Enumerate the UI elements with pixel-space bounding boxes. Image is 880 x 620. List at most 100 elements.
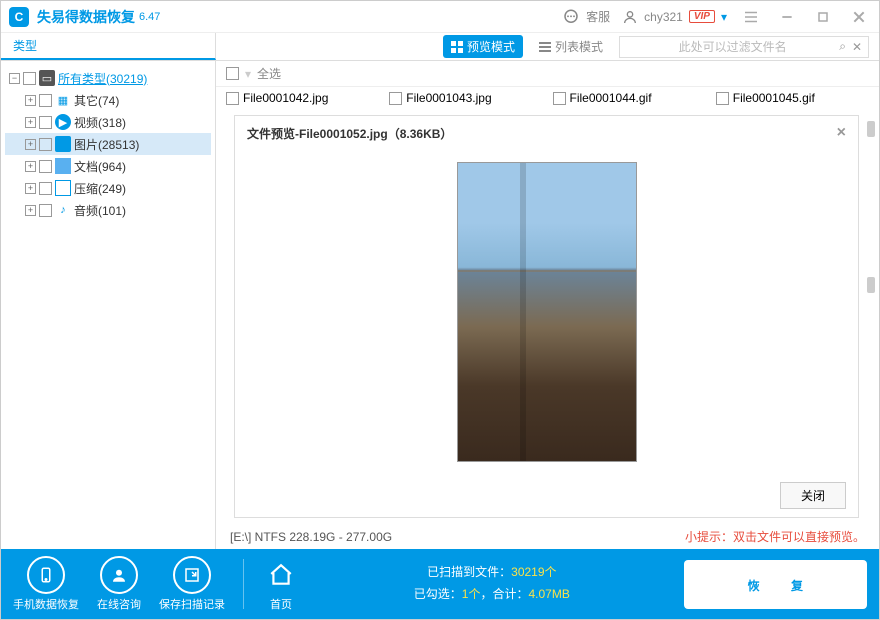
file-item[interactable]: File0001042.jpg [226,91,379,105]
content: ▾ 全选 File0001042.jpg File0001043.jpg Fil… [216,61,879,549]
disk-info: [E:\] NTFS 228.19G - 277.00G [230,530,392,544]
home-button[interactable]: 首页 [262,556,300,612]
user-account[interactable]: chy321 VIP ▾ [622,9,727,25]
tree-item-document[interactable]: + 文档(964) [5,155,211,177]
music-icon: ♪ [55,202,71,218]
tree-root[interactable]: − ▭ 所有类型(30219) [5,67,211,89]
save-scan-label: 保存扫描记录 [159,596,225,612]
total-size: 4.07MB [529,587,570,601]
tree-item-audio[interactable]: + ♪ 音频(101) [5,199,211,221]
checkbox[interactable] [716,92,729,105]
online-consult-button[interactable]: 在线咨询 [97,556,141,612]
sidebar: − ▭ 所有类型(30219) + ▦ 其它(74) + ▶ 视频(318) +… [1,61,216,549]
preview-mode-button[interactable]: 预览模式 [443,35,523,58]
preview-title: 文件预览-File0001052.jpg（8.36KB） [247,125,452,142]
online-consult-label: 在线咨询 [97,596,141,612]
scan-stats: 已扫描到文件：30219个 已勾选：1个，合计：4.07MB [318,562,666,605]
user-icon [622,9,638,25]
app-logo: C [9,7,29,27]
chevron-down-icon[interactable]: ▾ [245,67,251,81]
titlebar: C 失易得数据恢复 6.47 客服 chy321 VIP ▾ [1,1,879,33]
image-icon [55,136,71,152]
expand-icon[interactable]: + [25,183,36,194]
file-item[interactable]: File0001044.gif [553,91,706,105]
checkbox[interactable] [226,92,239,105]
expand-icon[interactable]: + [25,205,36,216]
folder-icon [55,158,71,174]
scrollbar-thumb[interactable] [867,277,875,293]
checkbox[interactable] [39,116,52,129]
scrollbar[interactable] [867,121,877,539]
chevron-down-icon: ▾ [721,10,727,24]
preview-body [247,148,846,476]
tree-item-image[interactable]: + 图片(28513) [5,133,211,155]
minimize-button[interactable] [775,5,799,29]
collapse-icon[interactable]: − [9,73,20,84]
file-item[interactable]: File0001043.jpg [389,91,542,105]
tab-type-label: 类型 [13,37,37,54]
export-icon [173,556,211,594]
tree-item-video[interactable]: + ▶ 视频(318) [5,111,211,133]
vip-badge: VIP [689,10,715,23]
file-name: File0001042.jpg [243,91,328,105]
customer-service-label: 客服 [586,8,610,25]
scrollbar-thumb[interactable] [867,121,875,137]
file-item[interactable]: File0001045.gif [716,91,869,105]
expand-icon[interactable]: + [25,161,36,172]
close-icon[interactable]: × [837,124,846,142]
tip-text: 小提示：双击文件可以直接预览。 [685,528,865,545]
close-button-label: 关闭 [801,489,825,503]
play-icon: ▶ [55,114,71,130]
app-version: 6.47 [139,11,160,23]
checkbox[interactable] [23,72,36,85]
checkbox[interactable] [39,204,52,217]
phone-recovery-label: 手机数据恢复 [13,596,79,612]
archive-icon [55,180,71,196]
search-icon[interactable]: ⌕ [839,39,846,54]
scanned-prefix: 已扫描到文件： [427,565,511,579]
filter-input[interactable]: 此处可以过滤文件名 ⌕ ✕ [619,36,869,58]
recover-label: 恢 复 [748,579,817,593]
tabs-row: 类型 预览模式 列表模式 此处可以过滤文件名 ⌕ ✕ [1,33,879,61]
checkbox[interactable] [39,160,52,173]
expand-icon[interactable]: + [25,139,36,150]
expand-icon[interactable]: + [25,117,36,128]
tree-item-other[interactable]: + ▦ 其它(74) [5,89,211,111]
menu-icon[interactable] [739,5,763,29]
scanned-count: 30219个 [511,565,556,579]
selected-count: 1个 [462,587,481,601]
select-all-row: ▾ 全选 [216,61,879,87]
monitor-icon: ▭ [39,70,55,86]
clear-filter-icon[interactable]: ✕ [852,40,862,54]
tree-item-archive[interactable]: + 压缩(249) [5,177,211,199]
maximize-button[interactable] [811,5,835,29]
file-name: File0001044.gif [570,91,652,105]
close-button[interactable]: 关闭 [780,482,846,509]
phone-recovery-button[interactable]: 手机数据恢复 [13,556,79,612]
grid-icon [451,41,463,53]
preview-image [457,162,637,462]
chat-icon [562,8,580,26]
expand-icon[interactable]: + [25,95,36,106]
filter-placeholder: 此处可以过滤文件名 [626,38,839,55]
checkbox[interactable] [39,138,52,151]
blocks-icon: ▦ [55,92,71,108]
checkbox[interactable] [553,92,566,105]
checkbox[interactable] [389,92,402,105]
customer-service-link[interactable]: 客服 [562,8,610,26]
main: − ▭ 所有类型(30219) + ▦ 其它(74) + ▶ 视频(318) +… [1,61,879,549]
close-button[interactable] [847,5,871,29]
list-icon [539,41,551,53]
select-all-checkbox[interactable] [226,67,239,80]
total-prefix: ，合计： [480,587,528,601]
recover-button[interactable]: 恢 复 [684,560,867,609]
save-scan-button[interactable]: 保存扫描记录 [159,556,225,612]
checkbox[interactable] [39,182,52,195]
toolbar: 预览模式 列表模式 此处可以过滤文件名 ⌕ ✕ [216,33,879,60]
list-mode-button[interactable]: 列表模式 [531,35,611,58]
list-mode-label: 列表模式 [555,38,603,55]
checkbox[interactable] [39,94,52,107]
tab-type[interactable]: 类型 [1,33,216,60]
home-icon [262,556,300,594]
home-label: 首页 [270,596,292,612]
